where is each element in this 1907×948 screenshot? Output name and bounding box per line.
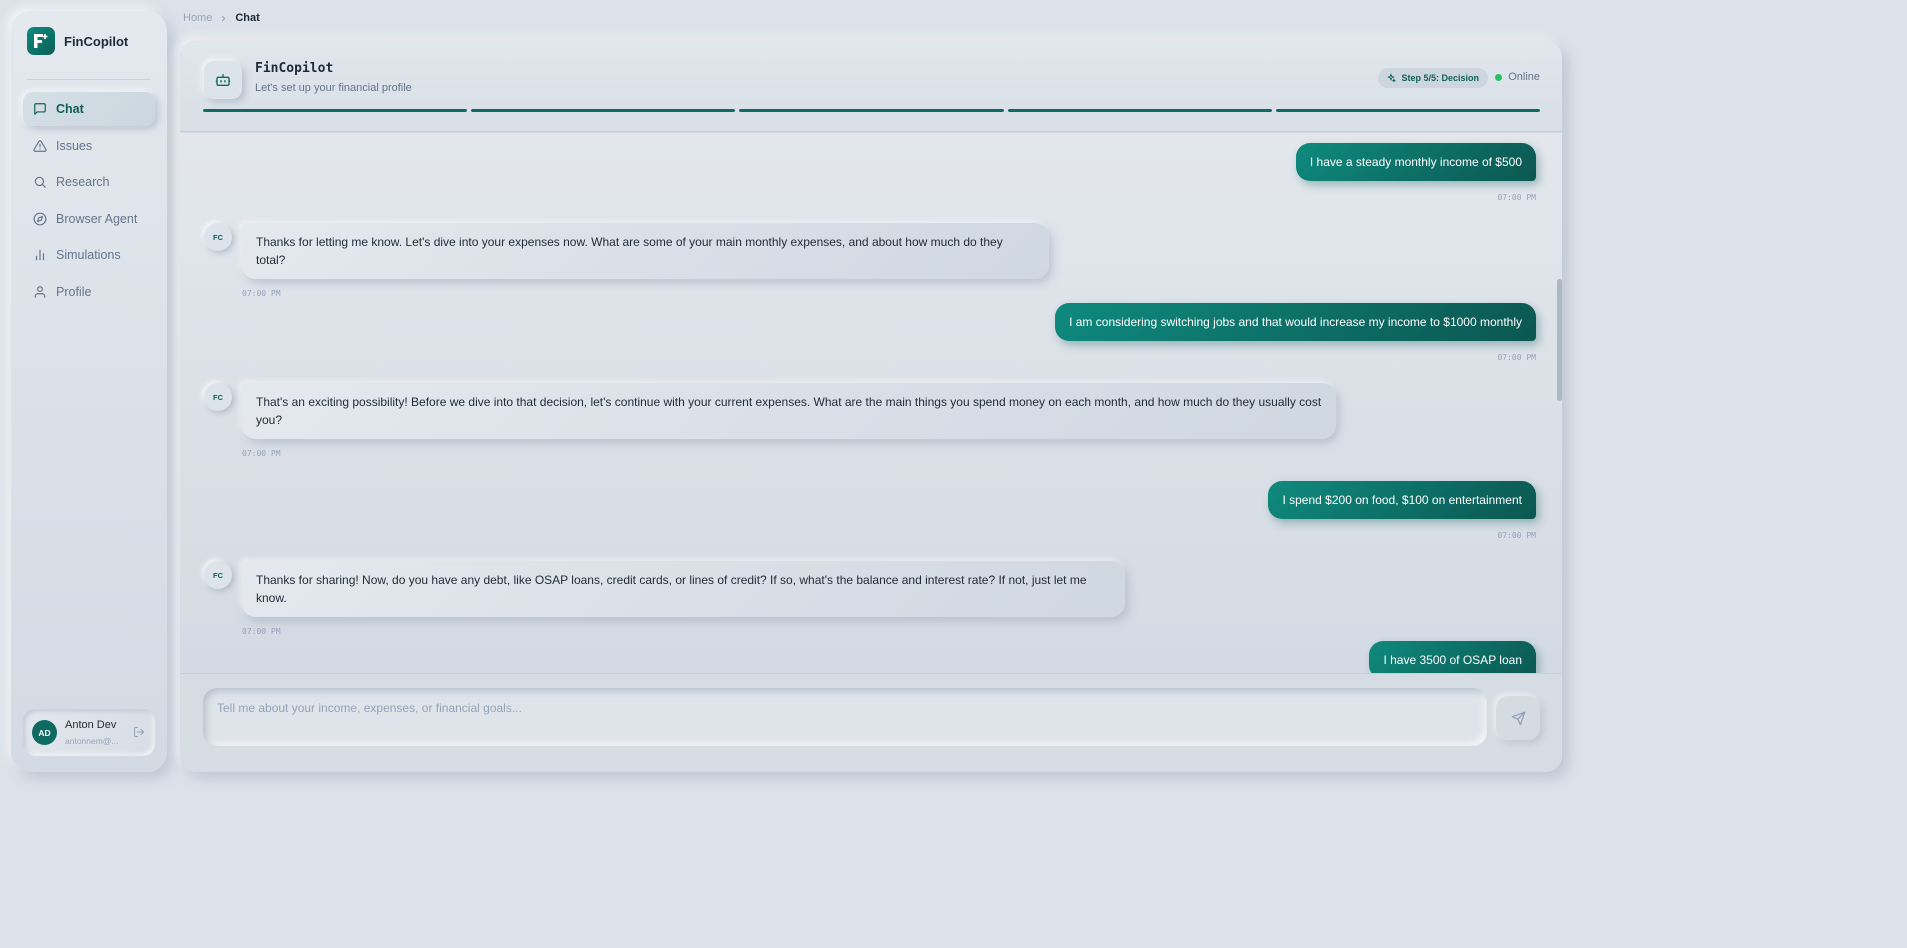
bot-icon — [215, 74, 231, 86]
online-label: Online — [1508, 71, 1540, 83]
compass-icon — [33, 212, 47, 225]
user-icon — [34, 285, 46, 298]
online-indicator — [1495, 73, 1503, 81]
progress-segment-fill — [203, 109, 468, 112]
user-card[interactable]: AD Anton Dev antonnem@... — [23, 709, 155, 756]
sidebar-item-label: Browser Agent — [56, 211, 138, 226]
sidebar-item-simulations[interactable]: Simulations — [23, 238, 155, 272]
progress-segment — [471, 109, 736, 112]
step-badge-label: Step 5/5: Decision — [1401, 73, 1479, 83]
step-progress — [203, 109, 1541, 112]
bot-avatar — [204, 61, 242, 99]
user-name: Anton Dev — [65, 719, 117, 731]
alert-triangle-icon — [33, 139, 47, 152]
step-badge: Step 5/5: Decision — [1378, 68, 1488, 88]
sidebar-item-issues[interactable]: Issues — [23, 129, 155, 163]
sidebar-item-research[interactable]: Research — [23, 165, 155, 199]
progress-segment-fill — [471, 109, 736, 112]
bot-message-bubble: Thanks for letting me know. Let's dive i… — [242, 223, 1049, 279]
sidebar-item-label: Profile — [56, 284, 92, 299]
bot-message-avatar: FC — [204, 223, 232, 251]
bot-message: FC Thanks for letting me know. Let's dive… — [204, 223, 1049, 298]
composer — [180, 673, 1562, 772]
user-message: I have a steady monthly income of $500 07… — [1295, 143, 1536, 202]
message-square-icon — [34, 103, 46, 115]
chat-subtitle: Let's set up your financial profile — [255, 82, 412, 94]
progress-segment-fill — [1007, 109, 1272, 112]
logo[interactable]: FinCopilot — [27, 27, 128, 55]
sidebar-nav: Chat Issues Research Browser Agent Simul… — [23, 92, 155, 311]
user-message-bubble: I have 3500 of OSAP loan — [1369, 641, 1536, 673]
message-timestamp: 07:00 PM — [1497, 193, 1536, 202]
progress-segment — [739, 109, 1004, 112]
user-message: I am considering switching jobs and that… — [1055, 303, 1536, 362]
send-icon — [1511, 711, 1525, 725]
sidebar-item-profile[interactable]: Profile — [23, 275, 155, 309]
search-icon — [34, 176, 46, 188]
scrollbar-thumb[interactable] — [1557, 279, 1562, 401]
breadcrumb-current: Chat — [235, 12, 260, 24]
message-list[interactable]: I have a steady monthly income of $500 07… — [180, 133, 1562, 673]
app-root: FinCopilot Chat Issues Research Browser … — [0, 0, 1568, 779]
progress-segment-fill — [1275, 109, 1541, 112]
sidebar-item-chat[interactable]: Chat — [23, 92, 155, 126]
bot-message-avatar: FC — [204, 561, 232, 589]
sidebar-item-browser-agent[interactable]: Browser Agent — [23, 202, 155, 236]
message-timestamp: 07:00 PM — [242, 449, 281, 458]
chevron-right-icon — [222, 15, 226, 21]
user-message-bubble: I spend $200 on food, $100 on entertainm… — [1268, 481, 1536, 519]
sidebar: FinCopilot Chat Issues Research Browser … — [11, 11, 167, 772]
avatar: AD — [32, 720, 57, 745]
chat-header: FinCopilot Let's set up your financial p… — [180, 41, 1562, 132]
message-timestamp: 07:00 PM — [1497, 353, 1536, 362]
breadcrumb-home[interactable]: Home — [183, 12, 212, 24]
message-timestamp: 07:00 PM — [242, 289, 281, 298]
user-message: I have 3500 of OSAP loan — [1369, 641, 1536, 673]
sidebar-item-label: Issues — [56, 138, 93, 153]
logout-icon[interactable] — [133, 726, 145, 738]
bot-message-avatar: FC — [204, 383, 232, 411]
message-timestamp: 07:00 PM — [242, 627, 281, 636]
bar-chart-icon — [35, 249, 45, 261]
sparkles-icon — [1388, 73, 1397, 83]
user-message-bubble: I am considering switching jobs and that… — [1055, 303, 1536, 341]
logo-icon — [27, 27, 55, 55]
progress-segment — [1275, 109, 1541, 112]
sidebar-item-label: Research — [56, 175, 110, 189]
online-status: Online — [1495, 71, 1540, 83]
sidebar-item-label: Chat — [56, 102, 84, 116]
bot-message-bubble: That's an exciting possibility! Before w… — [242, 383, 1336, 439]
bot-message: FC Thanks for sharing! Now, do you have a… — [204, 561, 1125, 636]
breadcrumb: Home Chat — [183, 12, 260, 24]
sidebar-item-label: Simulations — [56, 248, 121, 262]
progress-segment-fill — [739, 109, 1004, 112]
user-message: I spend $200 on food, $100 on entertainm… — [1268, 481, 1536, 540]
progress-segment — [1007, 109, 1272, 112]
send-button[interactable] — [1496, 696, 1540, 740]
progress-segment — [203, 109, 468, 112]
user-email: antonnem@... — [65, 736, 119, 746]
chat-title: FinCopilot — [255, 61, 334, 76]
message-timestamp: 07:00 PM — [1497, 531, 1536, 540]
app-name: FinCopilot — [64, 33, 129, 49]
bot-message-bubble: Thanks for sharing! Now, do you have any… — [242, 561, 1125, 617]
user-message-bubble: I have a steady monthly income of $500 — [1295, 143, 1536, 181]
message-input[interactable] — [203, 688, 1487, 746]
sidebar-divider — [27, 79, 151, 80]
bot-message: FC That's an exciting possibility! Before… — [204, 383, 1336, 458]
chat-panel: FinCopilot Let's set up your financial p… — [180, 41, 1562, 772]
